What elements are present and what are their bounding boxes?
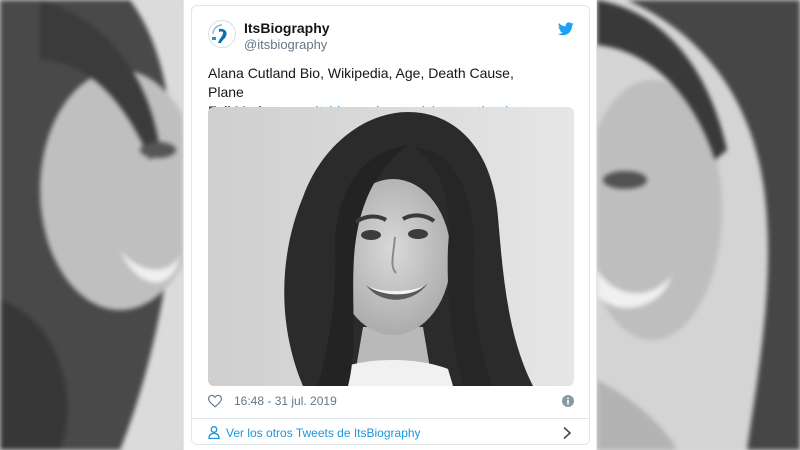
tweet-author-name[interactable]: ItsBiography [244, 20, 330, 36]
background-photo-right [597, 0, 800, 450]
person-icon [208, 426, 220, 439]
tweet-photo[interactable] [208, 107, 574, 386]
twitter-bird-icon[interactable] [558, 22, 574, 36]
tweet-meta: 16:48 - 31 jul. 2019 [208, 392, 574, 412]
tweet-container[interactable]: ItsBiography @itsbiography Alana Cutland… [191, 5, 590, 445]
tweet-text-line1: Alana Cutland Bio, Wikipedia, Age, Death… [208, 65, 514, 100]
tweet-author-handle[interactable]: @itsbiography [244, 37, 327, 52]
embedded-tweet-card: ItsBiography @itsbiography Alana Cutland… [183, 0, 597, 450]
chevron-right-icon[interactable] [562, 426, 572, 440]
itsbiography-logo [210, 22, 234, 46]
heart-icon[interactable] [208, 394, 222, 408]
avatar[interactable] [208, 20, 236, 48]
info-icon[interactable] [562, 395, 574, 407]
tweet-timestamp[interactable]: 16:48 - 31 jul. 2019 [234, 394, 337, 408]
background-photo-left [0, 0, 183, 450]
divider [192, 418, 589, 419]
portrait-photo [208, 107, 574, 386]
tweet-header: ItsBiography @itsbiography [208, 20, 574, 56]
more-tweets-link[interactable]: Ver los otros Tweets de ItsBiography [208, 424, 574, 442]
more-tweets-label[interactable]: Ver los otros Tweets de ItsBiography [226, 426, 421, 440]
